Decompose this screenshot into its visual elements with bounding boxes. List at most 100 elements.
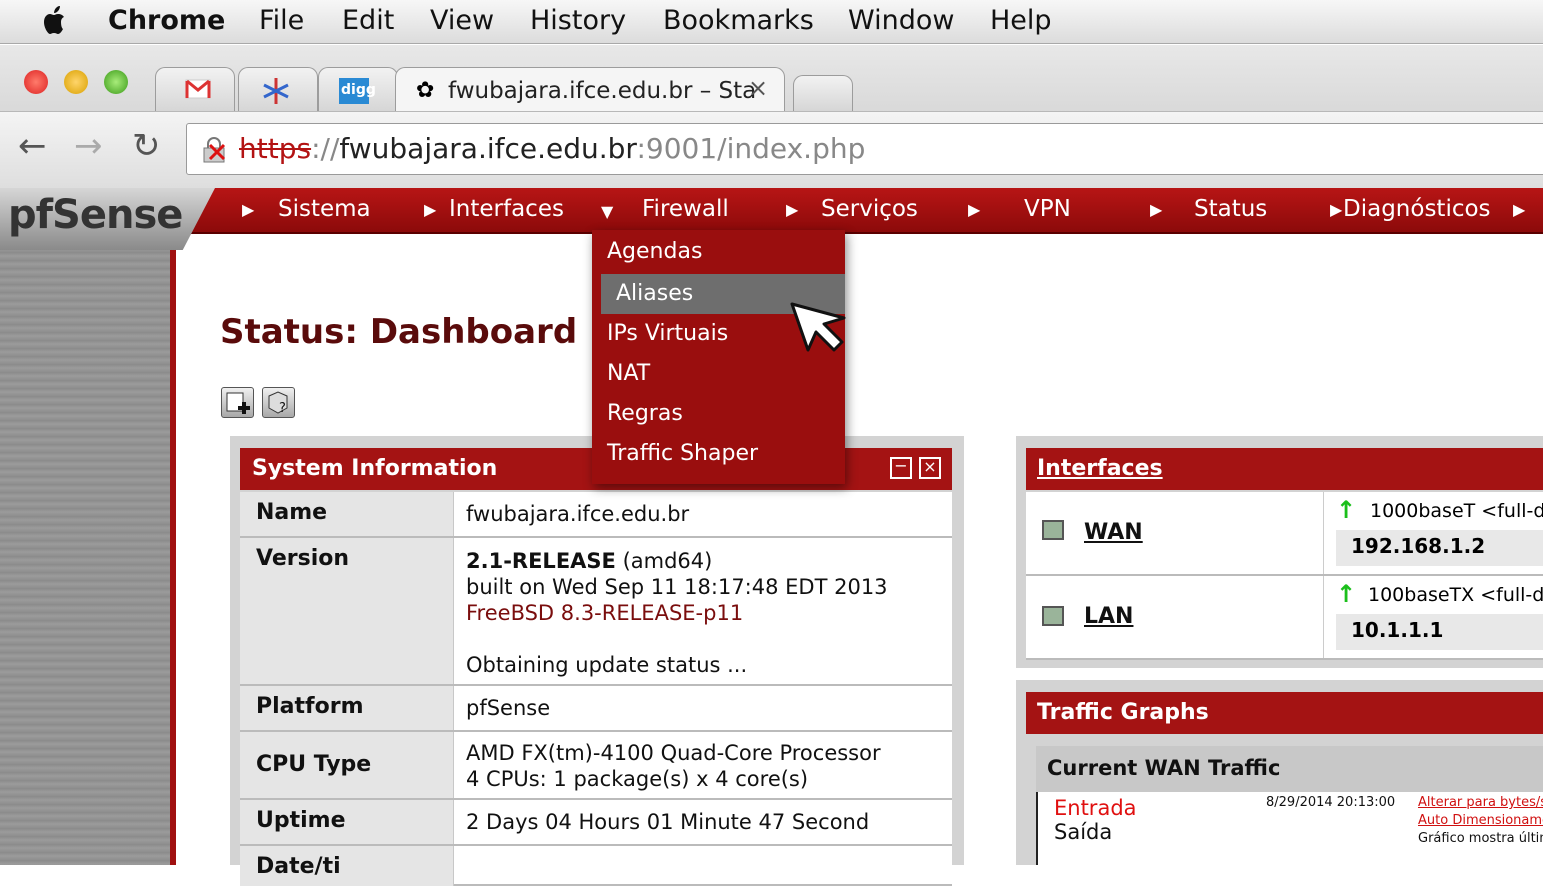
interface-name[interactable]: WAN <box>1084 520 1143 545</box>
row-value: pfSense <box>466 696 551 720</box>
row-label: Name <box>240 492 454 536</box>
close-tab-icon[interactable]: × <box>748 74 768 102</box>
menu-help[interactable]: Help <box>990 5 1052 36</box>
menu-bookmarks[interactable]: Bookmarks <box>663 5 814 36</box>
tab-pfsense[interactable]: ✿ fwubajara.ifce.edu.br – Sta × <box>395 67 785 111</box>
row-value: 2.1-RELEASE (amd64) <box>466 549 713 573</box>
page-title: Status: Dashboard <box>220 312 578 352</box>
interface-row-lan: LAN ↑ 100baseTX <full-dupl 10.1.1.1 <box>1026 576 1543 660</box>
arrow-right-icon: ▶ <box>1513 200 1526 219</box>
interface-row-wan: WAN ↑ 1000baseT <full-dup 192.168.1.2 <box>1026 492 1543 576</box>
tab-title: fwubajara.ifce.edu.br – Sta <box>448 78 757 104</box>
menu-item-nat[interactable]: NAT <box>607 361 650 386</box>
interfaces-widget-title[interactable]: Interfaces <box>1026 448 1543 490</box>
minimize-window-button[interactable] <box>64 70 88 94</box>
arrow-right-icon: ▶ <box>968 200 981 219</box>
arrow-right-icon: ▶ <box>786 200 799 219</box>
pfsense-logo[interactable]: pfSense <box>0 188 215 250</box>
svg-text:?: ? <box>279 401 286 416</box>
nav-vpn[interactable]: VPN <box>1024 196 1071 222</box>
pfsense-favicon: ✿ <box>416 78 435 103</box>
up-arrow-icon: ↑ <box>1336 580 1357 608</box>
interface-status: ↑ 1000baseT <full-dup 192.168.1.2 <box>1323 492 1543 574</box>
menu-view[interactable]: View <box>430 5 494 36</box>
toggle-units-link[interactable]: Alterar para bytes/s <box>1418 795 1543 810</box>
mouse-cursor-icon <box>790 302 854 358</box>
row-value: AMD FX(tm)-4100 Quad-Core Processor <box>466 741 881 765</box>
browser-window: digg ✿ fwubajara.ifce.edu.br – Sta × ← →… <box>0 45 1543 188</box>
menu-item-traffic-shaper[interactable]: Traffic Shaper <box>607 441 758 466</box>
table-row: Platform pfSense <box>240 686 952 732</box>
legend-in: Entrada <box>1054 796 1137 820</box>
tab-2[interactable] <box>238 67 318 111</box>
interface-ip: 192.168.1.2 <box>1336 530 1543 566</box>
menu-window[interactable]: Window <box>848 5 954 36</box>
row-label: Date/ti <box>240 846 454 886</box>
address-bar[interactable]: https://fwubajara.ifce.edu.br:9001/index… <box>186 123 1543 175</box>
url-text: https://fwubajara.ifce.edu.br:9001/index… <box>239 132 866 165</box>
table-row: Version 2.1-RELEASE (amd64) built on Wed… <box>240 538 952 686</box>
menu-item-ips-virtuais[interactable]: IPs Virtuais <box>607 321 728 346</box>
system-information-widget: System Information − × Name fwubajara.if… <box>230 436 964 886</box>
close-window-button[interactable] <box>24 70 48 94</box>
arrow-right-icon: ▶ <box>242 200 255 219</box>
interface-media: 1000baseT <full-dup <box>1370 500 1543 522</box>
traffic-graph: Entrada Saída 8/29/2014 20:13:00 Alterar… <box>1036 792 1543 865</box>
browser-toolbar: ← → ↻ https://fwubajara.ifce.edu.br:9001… <box>0 111 1543 188</box>
interface-ip: 10.1.1.1 <box>1336 614 1543 650</box>
asterisk-favicon <box>261 76 291 110</box>
graph-timestamp: 8/29/2014 20:13:00 <box>1266 795 1396 810</box>
network-port-icon <box>1042 520 1064 540</box>
table-row: CPU Type AMD FX(tm)-4100 Quad-Core Proce… <box>240 732 952 800</box>
arrow-right-icon: ▶ <box>424 200 437 219</box>
update-status: Obtaining update status ... <box>466 653 748 677</box>
auto-scale-link[interactable]: Auto Dimensionamen <box>1418 813 1543 828</box>
freebsd-version-link[interactable]: FreeBSD 8.3-RELEASE-p11 <box>466 600 743 626</box>
table-row: Uptime 2 Days 04 Hours 01 Minute 47 Seco… <box>240 800 952 846</box>
interface-status: ↑ 100baseTX <full-dupl 10.1.1.1 <box>1323 576 1543 658</box>
apple-menu-icon[interactable] <box>40 5 70 46</box>
arrow-right-icon: ▶ <box>1330 200 1343 219</box>
tab-digg[interactable]: digg <box>318 67 398 111</box>
add-widget-icon[interactable] <box>221 387 254 418</box>
row-label: Platform <box>240 686 454 730</box>
nav-interfaces[interactable]: Interfaces <box>449 196 564 222</box>
arrow-right-icon: ▶ <box>1150 200 1163 219</box>
forward-arrow-icon[interactable]: → <box>74 126 103 166</box>
row-label: Uptime <box>240 800 454 844</box>
table-row: Name fwubajara.ifce.edu.br <box>240 492 952 538</box>
build-date: built on Wed Sep 11 18:17:48 EDT 2013 <box>466 575 888 599</box>
menu-item-regras[interactable]: Regras <box>607 401 683 426</box>
reload-icon[interactable]: ↻ <box>132 126 161 166</box>
nav-servicos[interactable]: Serviços <box>821 196 918 222</box>
close-widget-icon[interactable]: × <box>919 457 941 479</box>
interface-name[interactable]: LAN <box>1084 604 1133 629</box>
menu-item-agendas[interactable]: Agendas <box>607 239 702 264</box>
row-label: CPU Type <box>240 732 454 798</box>
app-menu-chrome[interactable]: Chrome <box>108 5 225 36</box>
row-value: 2 Days 04 Hours 01 Minute 47 Second <box>466 810 870 834</box>
digg-icon: digg <box>339 78 376 104</box>
gmail-icon <box>184 78 212 104</box>
menu-item-aliases[interactable]: Aliases <box>616 281 693 306</box>
menu-edit[interactable]: Edit <box>342 5 394 36</box>
back-arrow-icon[interactable]: ← <box>18 126 47 166</box>
menu-history[interactable]: History <box>530 5 626 36</box>
graph-note: Gráfico mostra últim <box>1418 831 1543 846</box>
menu-file[interactable]: File <box>259 5 304 36</box>
nav-status[interactable]: Status <box>1194 196 1267 222</box>
arrow-down-icon: ▼ <box>601 202 614 221</box>
help-widget-icon[interactable]: ? <box>262 387 295 418</box>
tab-gmail[interactable] <box>155 67 235 111</box>
row-value: 4 CPUs: 1 package(s) x 4 core(s) <box>466 767 809 791</box>
macos-menu-bar: Chrome File Edit View History Bookmarks … <box>0 0 1543 44</box>
nav-diagnosticos[interactable]: Diagnósticos <box>1343 196 1491 222</box>
interface-media: 100baseTX <full-dupl <box>1368 584 1543 606</box>
minimize-widget-icon[interactable]: − <box>890 457 912 479</box>
sidebar-border <box>170 236 176 865</box>
zoom-window-button[interactable] <box>104 70 128 94</box>
nav-firewall[interactable]: Firewall <box>642 196 729 222</box>
traffic-graph-subtitle: Current WAN Traffic <box>1036 746 1543 792</box>
nav-sistema[interactable]: Sistema <box>278 196 371 222</box>
new-tab-button[interactable] <box>793 75 853 111</box>
